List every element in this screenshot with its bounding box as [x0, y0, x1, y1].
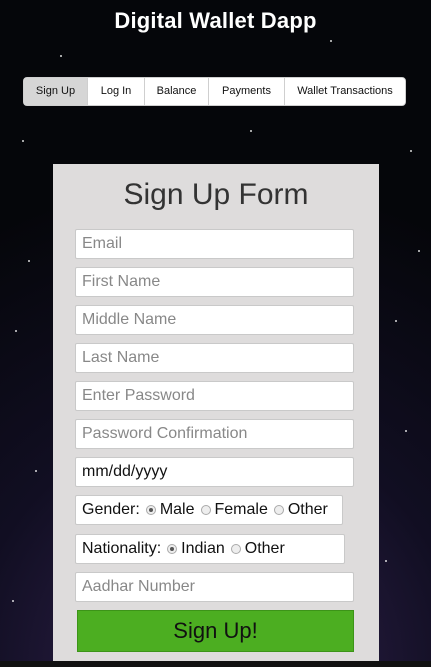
sign-up-submit-button[interactable]: Sign Up!	[77, 610, 354, 652]
app-title: Digital Wallet Dapp	[114, 8, 317, 33]
gender-other-label[interactable]: Other	[288, 496, 328, 524]
bottom-bar	[0, 661, 431, 667]
tab-payments[interactable]: Payments	[209, 78, 285, 105]
gender-female-label[interactable]: Female	[215, 496, 268, 524]
nationality-indian-label[interactable]: Indian	[181, 535, 225, 563]
gender-female-radio[interactable]	[200, 505, 211, 515]
last-name-field[interactable]: Last Name	[75, 343, 354, 373]
gender-male-label[interactable]: Male	[160, 496, 195, 524]
password-field[interactable]: Enter Password	[75, 381, 354, 411]
nationality-other-radio[interactable]	[230, 544, 241, 554]
gender-label: Gender:	[82, 501, 140, 518]
tab-log-in[interactable]: Log In	[88, 78, 145, 105]
sign-up-form: Sign Up Form Email First Name Middle Nam…	[53, 164, 379, 667]
tab-balance[interactable]: Balance	[145, 78, 209, 105]
gender-male-radio[interactable]	[145, 505, 156, 515]
email-field[interactable]: Email	[75, 229, 354, 259]
gender-group: Gender: Male Female Other	[75, 495, 343, 525]
nationality-group: Nationality: Indian Other	[75, 534, 345, 564]
nationality-indian-radio[interactable]	[167, 544, 178, 554]
gender-other-radio[interactable]	[273, 505, 284, 515]
middle-name-field[interactable]: Middle Name	[75, 305, 354, 335]
main-nav-tabs: Sign Up Log In Balance Payments Wallet T…	[23, 77, 406, 106]
date-of-birth-field[interactable]: mm/dd/yyyy	[75, 457, 354, 487]
nationality-other-label[interactable]: Other	[245, 535, 285, 563]
form-title: Sign Up Form	[123, 178, 309, 211]
password-confirmation-field[interactable]: Password Confirmation	[75, 419, 354, 449]
tab-sign-up[interactable]: Sign Up	[24, 78, 88, 105]
nationality-label: Nationality:	[82, 540, 162, 557]
tab-wallet-transactions[interactable]: Wallet Transactions	[285, 78, 405, 105]
first-name-field[interactable]: First Name	[75, 267, 354, 297]
aadhar-number-field[interactable]: Aadhar Number	[75, 572, 354, 602]
